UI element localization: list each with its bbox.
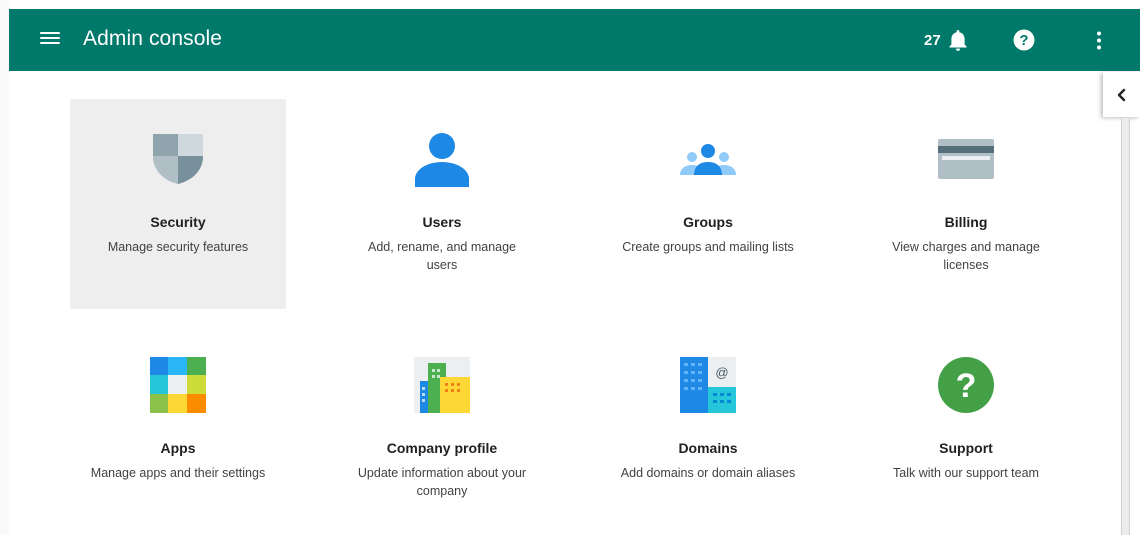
card-users[interactable]: Users Add, rename, and manage users bbox=[334, 99, 550, 309]
card-title: Apps bbox=[160, 440, 196, 456]
chevron-left-icon bbox=[1117, 88, 1125, 101]
buildings-icon bbox=[334, 355, 550, 415]
card-security[interactable]: Security Manage security features bbox=[70, 99, 286, 309]
card-description: Talk with our support team bbox=[893, 466, 1039, 480]
app-title: Admin console bbox=[83, 27, 223, 50]
card-billing[interactable]: Billing View charges and manage licenses bbox=[858, 99, 1074, 309]
scrollbar-track[interactable] bbox=[1121, 118, 1130, 535]
side-panel-toggle[interactable] bbox=[1103, 72, 1140, 117]
card-description: Add, rename, and manage users bbox=[367, 240, 517, 272]
notifications-button[interactable]: 27 bbox=[924, 28, 969, 52]
menu-icon[interactable] bbox=[40, 29, 60, 49]
svg-text:?: ? bbox=[1019, 32, 1028, 49]
card-domains[interactable]: @ Domains Add domains or domain aliases bbox=[600, 325, 816, 535]
card-description: Update information about your company bbox=[357, 466, 527, 498]
top-app-bar: Admin console 27 ? bbox=[9, 9, 1140, 71]
credit-card-icon bbox=[858, 129, 1074, 189]
svg-text:?: ? bbox=[956, 367, 977, 405]
page-edge bbox=[0, 0, 9, 535]
groups-icon bbox=[600, 129, 816, 189]
notification-count: 27 bbox=[924, 31, 941, 49]
vertical-scrollbar[interactable] bbox=[1117, 118, 1133, 535]
card-apps[interactable]: Apps Manage apps and their settings bbox=[70, 325, 286, 535]
card-support[interactable]: ? Support Talk with our support team bbox=[858, 325, 1074, 535]
shield-icon bbox=[70, 129, 286, 189]
card-groups[interactable]: Groups Create groups and mailing lists bbox=[600, 99, 816, 309]
apps-grid-icon bbox=[70, 355, 286, 415]
card-title: Security bbox=[150, 214, 206, 230]
card-description: View charges and manage licenses bbox=[892, 240, 1040, 272]
card-title: Company profile bbox=[386, 440, 498, 456]
card-description: Create groups and mailing lists bbox=[622, 240, 794, 254]
card-title: Users bbox=[422, 214, 462, 230]
more-vert-icon[interactable] bbox=[1088, 30, 1110, 52]
card-title: Billing bbox=[944, 214, 988, 230]
person-icon bbox=[334, 129, 550, 189]
bell-icon bbox=[949, 30, 967, 51]
help-icon[interactable]: ? bbox=[1013, 29, 1035, 51]
card-company-profile[interactable]: Company profile Update information about… bbox=[334, 325, 550, 535]
card-title: Support bbox=[939, 440, 993, 456]
card-title: Domains bbox=[678, 440, 738, 456]
svg-text:@: @ bbox=[715, 365, 728, 380]
dashboard-grid: Security Manage security features Users … bbox=[70, 99, 1106, 535]
card-description: Manage apps and their settings bbox=[90, 466, 266, 480]
question-circle-icon: ? bbox=[858, 355, 1074, 415]
domain-icon: @ bbox=[600, 355, 816, 415]
card-description: Manage security features bbox=[107, 240, 249, 254]
card-description: Add domains or domain aliases bbox=[620, 466, 796, 480]
card-title: Groups bbox=[683, 214, 733, 230]
